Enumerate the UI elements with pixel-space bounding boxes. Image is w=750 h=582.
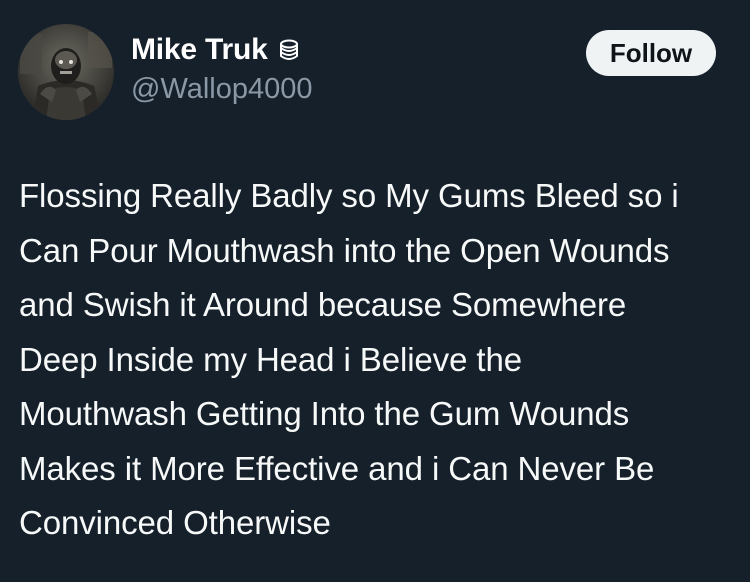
display-name[interactable]: Mike Truk — [131, 32, 268, 68]
tweet-line: Mouthwash Getting Into the Gum Wounds — [19, 395, 630, 432]
user-handle[interactable]: @Wallop4000 — [131, 72, 313, 106]
tweet-text: Flossing Really Badly so My Gums Bleed s… — [19, 169, 737, 551]
avatar-photo — [18, 24, 114, 120]
author-info: Mike Truk @Wallop4000 — [131, 32, 313, 106]
tweet-line: Makes it More Effective and i Can Never … — [19, 449, 655, 487]
tweet-line: and Swish it Around because Somewhere — [19, 286, 627, 323]
tweet-line: Can Pour Mouthwash into the Open Wounds — [19, 231, 670, 269]
tweet-card: Mike Truk @Wallop4000 Follow Flossing Re… — [0, 0, 750, 582]
tweet-line: Flossing Really Badly so My Gums Bleed s… — [19, 177, 679, 214]
name-row: Mike Truk — [131, 32, 313, 68]
tweet-line: Deep Inside my Head i Believe the — [19, 340, 522, 378]
tweet-line: Convinced Otherwise — [19, 504, 331, 541]
avatar[interactable] — [18, 24, 114, 120]
stack-coins-icon — [276, 37, 302, 63]
follow-button[interactable]: Follow — [586, 30, 716, 76]
